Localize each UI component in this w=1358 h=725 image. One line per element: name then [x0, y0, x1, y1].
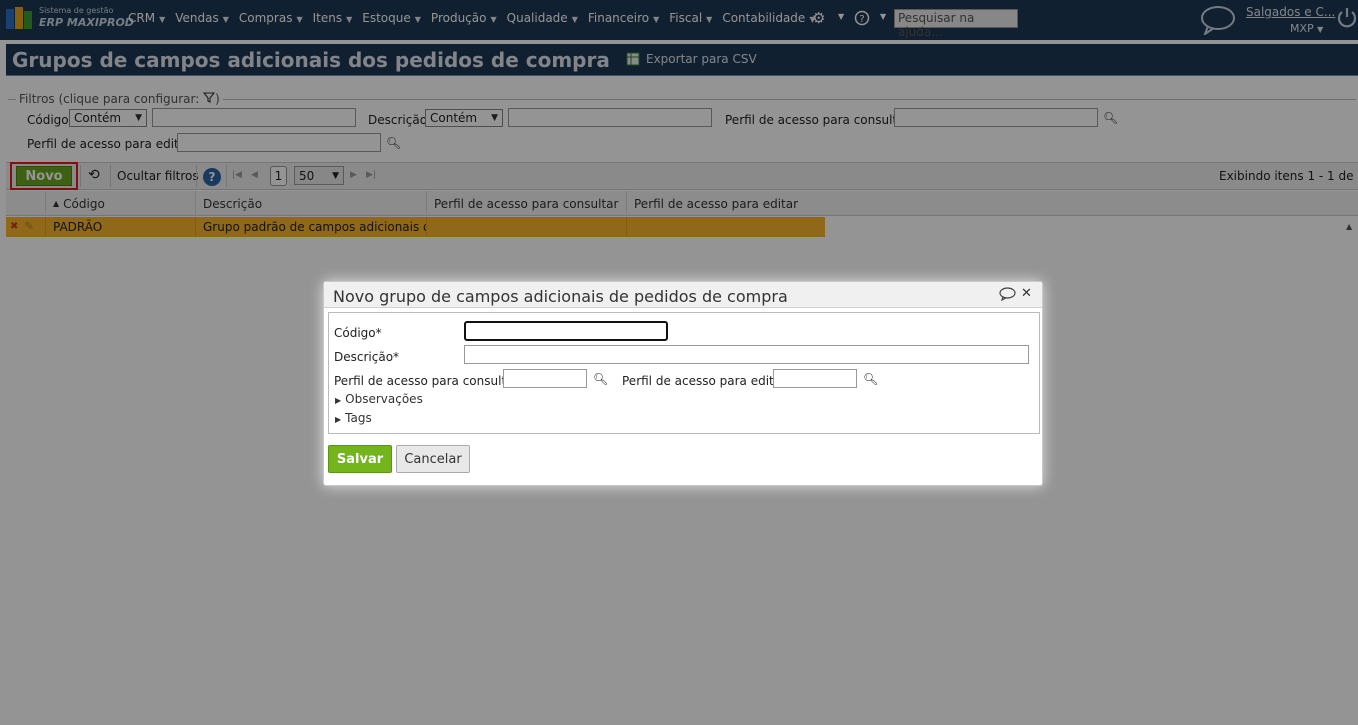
- descricao-input[interactable]: [464, 345, 1029, 364]
- expand-triangle-icon: ▶: [335, 396, 342, 405]
- dialog-form: Código* Descrição* Perfil de acesso para…: [328, 312, 1040, 434]
- expand-triangle-icon: ▶: [335, 415, 342, 424]
- search-magnifier-icon[interactable]: 🔍︎: [863, 372, 878, 386]
- perfil-editar-label: Perfil de acesso para editar: [622, 374, 787, 388]
- observacoes-toggle[interactable]: ▶ Observações: [335, 392, 423, 406]
- tags-toggle[interactable]: ▶ Tags: [335, 411, 372, 425]
- codigo-input[interactable]: [464, 321, 668, 341]
- save-button[interactable]: Salvar: [328, 445, 392, 473]
- codigo-label: Código*: [334, 326, 382, 340]
- search-magnifier-icon[interactable]: 🔍︎: [593, 372, 608, 386]
- perfil-consultar-input[interactable]: [503, 369, 587, 388]
- cancel-button[interactable]: Cancelar: [396, 445, 470, 473]
- descricao-label: Descrição*: [334, 350, 400, 364]
- new-group-dialog: Novo grupo de campos adicionais de pedid…: [323, 281, 1043, 486]
- dialog-header: Novo grupo de campos adicionais de pedid…: [324, 282, 1042, 308]
- perfil-editar-input[interactable]: [773, 369, 857, 388]
- perfil-consultar-label: Perfil de acesso para consultar: [334, 374, 519, 388]
- close-icon[interactable]: ✕: [1021, 286, 1032, 301]
- dialog-title: Novo grupo de campos adicionais de pedid…: [333, 287, 788, 306]
- comment-bubble-icon[interactable]: [999, 287, 1016, 304]
